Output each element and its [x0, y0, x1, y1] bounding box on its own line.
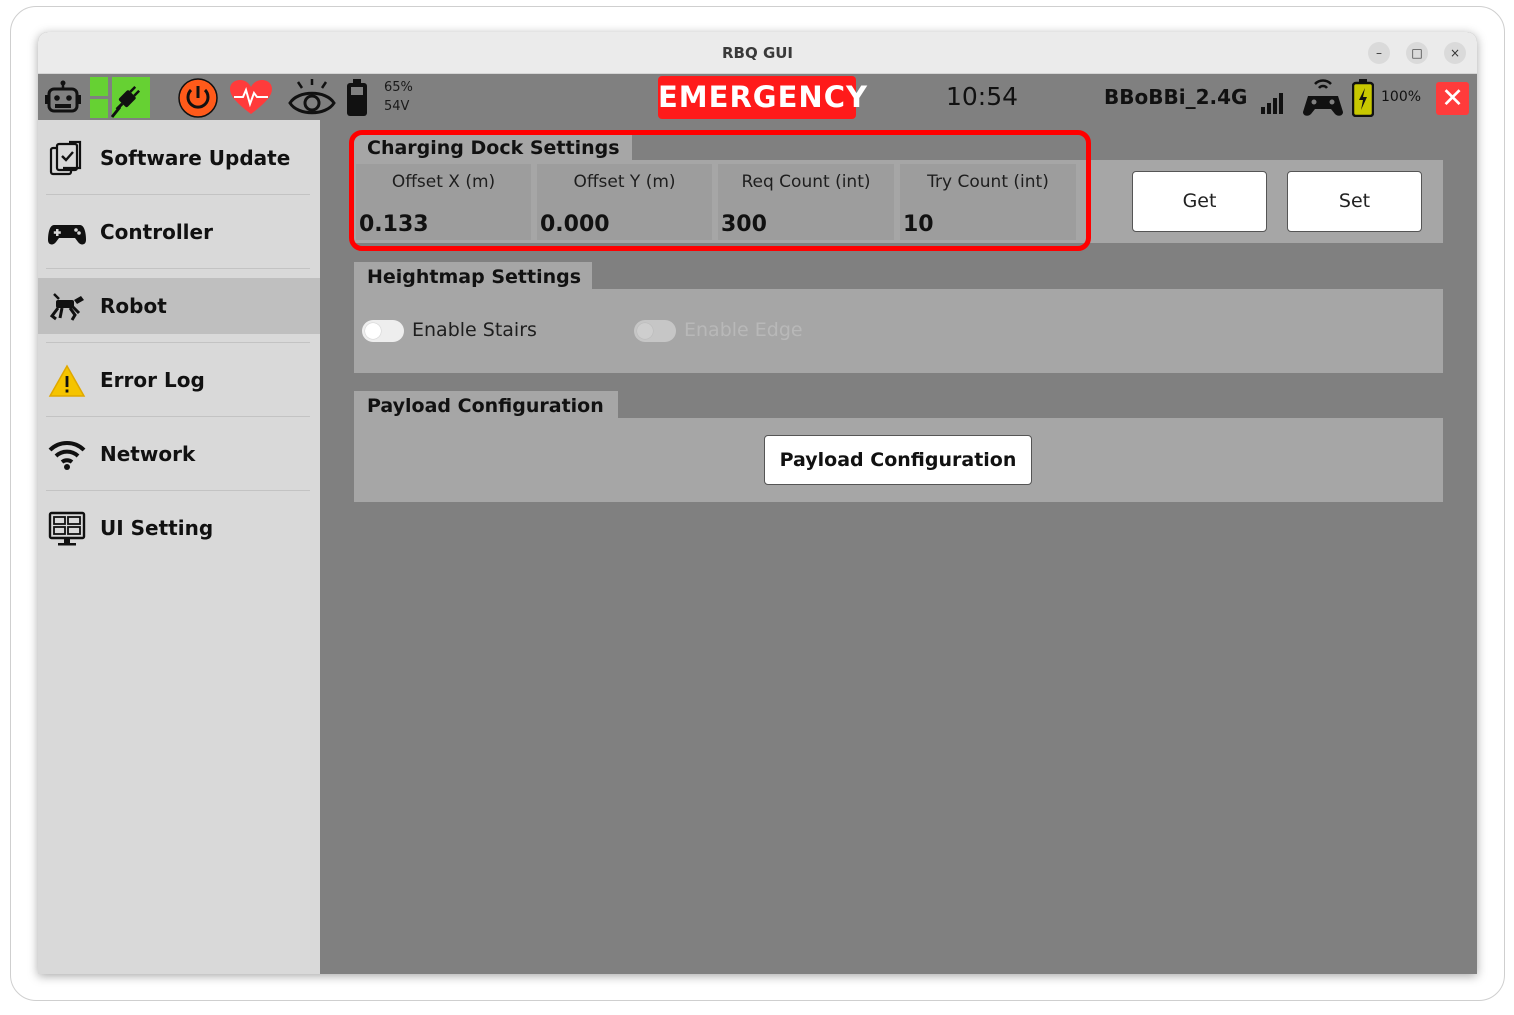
sidebar-label-software-update: Software Update	[100, 146, 291, 170]
charging-battery-icon	[1352, 79, 1374, 117]
sidebar-divider	[46, 268, 310, 269]
window-titlebar[interactable]: RBQ GUI – □ ×	[38, 32, 1477, 74]
app-window: RBQ GUI – □ × 65% 54V EMERGENCY 10:54 BB…	[38, 32, 1477, 974]
window-close-button[interactable]: ×	[1444, 42, 1466, 64]
emergency-button[interactable]: EMERGENCY	[658, 76, 867, 119]
offset-x-field[interactable]: Offset X (m) 0.133	[356, 164, 531, 240]
offset-y-field[interactable]: Offset Y (m) 0.000	[537, 164, 712, 240]
heightmap-title: Heightmap Settings	[354, 262, 592, 290]
clock: 10:54	[946, 82, 1019, 111]
sidebar-item-robot[interactable]: Robot	[38, 278, 320, 334]
enable-edge-toggle[interactable]	[634, 320, 676, 342]
status-toolbar: 65% 54V EMERGENCY 10:54 BBoBBi_2.4G 100%	[38, 74, 1477, 120]
req-count-field[interactable]: Req Count (int) 300	[718, 164, 894, 240]
battery-percent: 65%	[384, 80, 413, 95]
close-icon[interactable]: ✕	[1436, 82, 1469, 115]
offset-y-value[interactable]: 0.000	[540, 212, 610, 237]
power-icon[interactable]	[178, 78, 218, 118]
try-count-field[interactable]: Try Count (int) 10	[900, 164, 1076, 240]
signal-bars-icon	[1261, 93, 1283, 114]
sidebar-item-error-log[interactable]: Error Log	[38, 352, 320, 408]
robot-dog-icon	[49, 293, 84, 321]
offset-x-value[interactable]: 0.133	[359, 212, 429, 237]
sidebar-divider	[46, 416, 310, 417]
enable-stairs-toggle[interactable]	[362, 320, 404, 342]
plug-connected-icon[interactable]	[90, 77, 150, 118]
sidebar-label-error-log: Error Log	[100, 368, 205, 392]
sidebar-label-ui-setting: UI Setting	[100, 516, 214, 540]
battery-icon	[347, 79, 367, 116]
maximize-button[interactable]: □	[1406, 42, 1428, 64]
toggle-knob	[365, 323, 381, 339]
wifi-name: BBoBBi_2.4G	[1104, 85, 1248, 109]
battery-readout: 65% 54V	[384, 78, 413, 116]
enable-edge-label: Enable Edge	[684, 319, 803, 341]
payload-title: Payload Configuration	[354, 391, 618, 419]
gamepad-icon	[48, 225, 86, 245]
sidebar-label-controller: Controller	[100, 220, 213, 244]
toggle-knob	[637, 323, 653, 339]
minimize-button[interactable]: –	[1368, 42, 1390, 64]
set-button[interactable]: Set	[1287, 171, 1422, 232]
sidebar-label-network: Network	[100, 442, 196, 466]
sidebar-divider	[46, 342, 310, 343]
gamepad-wifi-icon[interactable]	[1302, 76, 1344, 118]
req-count-label: Req Count (int)	[741, 172, 871, 192]
offset-x-label: Offset X (m)	[391, 172, 496, 192]
sidebar-item-network[interactable]: Network	[38, 426, 320, 482]
robot-face-icon[interactable]	[44, 80, 82, 116]
sidebar-divider	[46, 490, 310, 491]
try-count-value[interactable]: 10	[903, 212, 934, 237]
eye-icon[interactable]	[288, 78, 336, 118]
req-count-value[interactable]: 300	[721, 212, 767, 237]
payload-configuration-button[interactable]: Payload Configuration	[764, 435, 1032, 485]
warning-icon	[48, 364, 86, 397]
sidebar-item-software-update[interactable]: Software Update	[38, 130, 320, 186]
sidebar-item-controller[interactable]: Controller	[38, 204, 320, 260]
wifi-icon	[48, 440, 86, 470]
heartbeat-icon[interactable]	[230, 80, 272, 116]
offset-y-label: Offset Y (m)	[573, 172, 676, 192]
charging-dock-title: Charging Dock Settings	[354, 133, 632, 161]
sidebar-label-robot: Robot	[100, 294, 167, 318]
window-title: RBQ GUI	[721, 44, 794, 62]
sidebar-divider	[46, 194, 310, 195]
battery-voltage: 54V	[384, 99, 410, 114]
enable-stairs-label: Enable Stairs	[412, 319, 537, 341]
software-update-icon	[49, 140, 82, 176]
get-button[interactable]: Get	[1132, 171, 1267, 232]
controller-battery-percent: 100%	[1381, 89, 1422, 105]
sidebar: Software Update Controller Robot Error L…	[38, 120, 320, 974]
monitor-settings-icon	[48, 511, 86, 546]
try-count-label: Try Count (int)	[927, 172, 1049, 192]
sidebar-item-ui-setting[interactable]: UI Setting	[38, 500, 320, 556]
